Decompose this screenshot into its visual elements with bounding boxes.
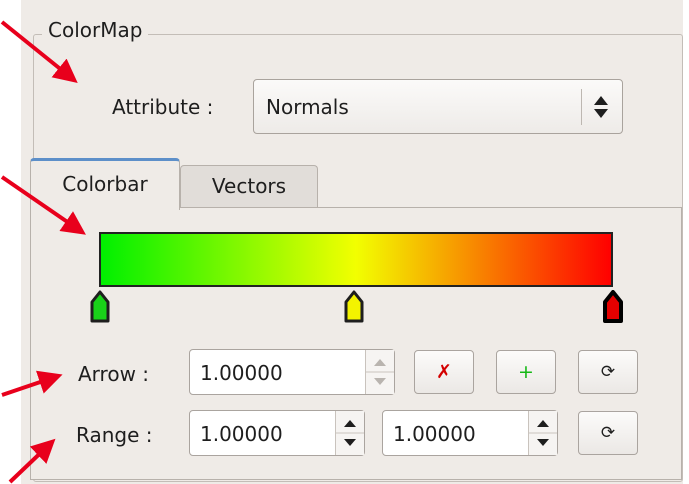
green-handle-icon[interactable] [89,290,111,324]
spin-updown-icon [336,420,364,446]
arrow-spinbox[interactable]: 1.00000 [189,349,395,395]
reset-arrow-button[interactable]: ⟳ [578,350,638,394]
attribute-label: Attribute : [112,95,214,119]
spin-updown-icon [366,359,394,385]
add-arrow-button[interactable]: + [496,350,556,394]
tab-colorbar[interactable]: Colorbar [30,158,180,210]
red-handle-icon[interactable] [602,290,624,324]
range-label: Range : [76,423,153,447]
attribute-select[interactable]: Normals [253,79,623,134]
range-min-spinbox-buttons[interactable] [335,411,364,455]
arrow-spinbox-buttons[interactable] [365,350,394,394]
attribute-select-value: Normals [266,95,349,119]
arrow-label: Arrow : [78,362,150,386]
colorbar-gradient[interactable] [99,232,613,287]
range-min-value: 1.00000 [200,422,283,446]
tab-vectors[interactable]: Vectors [180,165,318,209]
range-min-spinbox[interactable]: 1.00000 [189,410,365,456]
updown-arrows-icon [594,96,608,118]
arrow-spinbox-value: 1.00000 [200,361,283,385]
colorbar-tab-pane: Arrow : 1.00000 ✗ + ⟳ Range : 1.00000 1.… [30,207,682,480]
range-max-spinbox-buttons[interactable] [528,411,557,455]
spin-updown-icon [529,420,557,446]
remove-arrow-button[interactable]: ✗ [414,350,474,394]
colormap-group-title: ColorMap [42,17,149,43]
reset-range-button[interactable]: ⟳ [578,411,638,455]
range-max-spinbox[interactable]: 1.00000 [382,410,558,456]
range-max-value: 1.00000 [393,422,476,446]
combo-separator [581,89,582,125]
yellow-handle-icon[interactable] [343,290,365,324]
